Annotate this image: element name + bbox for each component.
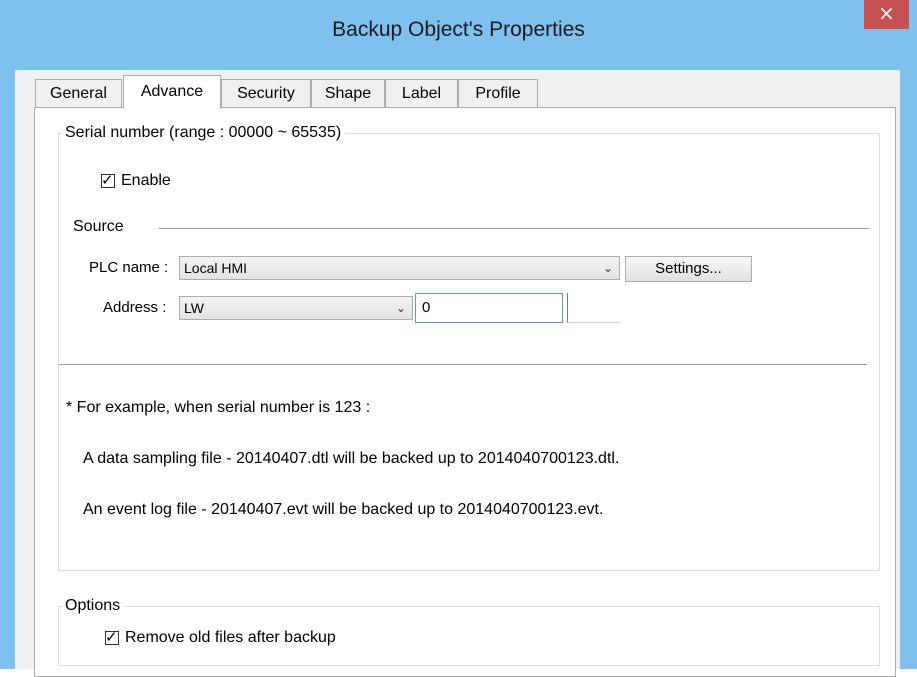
window-frame-left (0, 70, 15, 669)
close-button[interactable]: × (864, 0, 909, 29)
example-heading: * For example, when serial number is 123… (66, 399, 371, 416)
enable-label: Enable (121, 172, 171, 189)
source-separator (159, 228, 869, 229)
address-device-dropdown[interactable]: LW ⌄ (179, 296, 413, 320)
plc-name-label: PLC name : (89, 259, 169, 276)
address-extra-field[interactable] (567, 293, 621, 323)
plc-name-value: Local HMI (184, 260, 248, 276)
tab-advance[interactable]: Advance (123, 75, 221, 109)
enable-checkbox[interactable]: ✓ (101, 171, 115, 189)
check-icon: ✓ (105, 628, 118, 646)
remove-old-files-label: Remove old files after backup (125, 629, 336, 646)
source-label: Source (73, 218, 124, 235)
window-title: Backup Object's Properties (332, 18, 585, 41)
options-group: Options ✓ Remove old files after backup (58, 597, 880, 666)
serial-number-group-label: Serial number (range : 00000 ~ 65535) (63, 124, 346, 142)
plc-name-dropdown[interactable]: Local HMI ⌄ (179, 256, 620, 280)
advance-tab-panel: Serial number (range : 00000 ~ 65535) ✓ … (34, 107, 896, 677)
title-bar: Backup Object's Properties × (0, 0, 917, 70)
check-icon: ✓ (101, 171, 114, 189)
tab-profile[interactable]: Profile (458, 79, 538, 108)
window-frame-right (900, 70, 917, 669)
settings-button[interactable]: Settings... (625, 256, 752, 282)
tab-shape[interactable]: Shape (311, 79, 385, 108)
address-device-value: LW (184, 300, 204, 316)
tab-general[interactable]: General (35, 79, 122, 108)
serial-number-group: Serial number (range : 00000 ~ 65535) ✓ … (58, 124, 880, 571)
example-line-2: An event log file - 20140407.evt will be… (83, 501, 604, 518)
chevron-down-icon: ⌄ (395, 301, 406, 315)
address-value-input[interactable]: 0 (415, 293, 563, 323)
options-group-label: Options (63, 597, 125, 615)
example-line-1: A data sampling file - 20140407.dtl will… (83, 450, 620, 467)
address-label: Address : (103, 299, 167, 316)
dialog-client-area: General Advance Security Shape Label Pro… (15, 70, 900, 677)
remove-old-files-checkbox[interactable]: ✓ (105, 628, 119, 646)
tab-label[interactable]: Label (385, 79, 458, 108)
tab-security[interactable]: Security (221, 79, 311, 108)
chevron-down-icon: ⌄ (602, 261, 613, 275)
example-separator (59, 364, 867, 365)
